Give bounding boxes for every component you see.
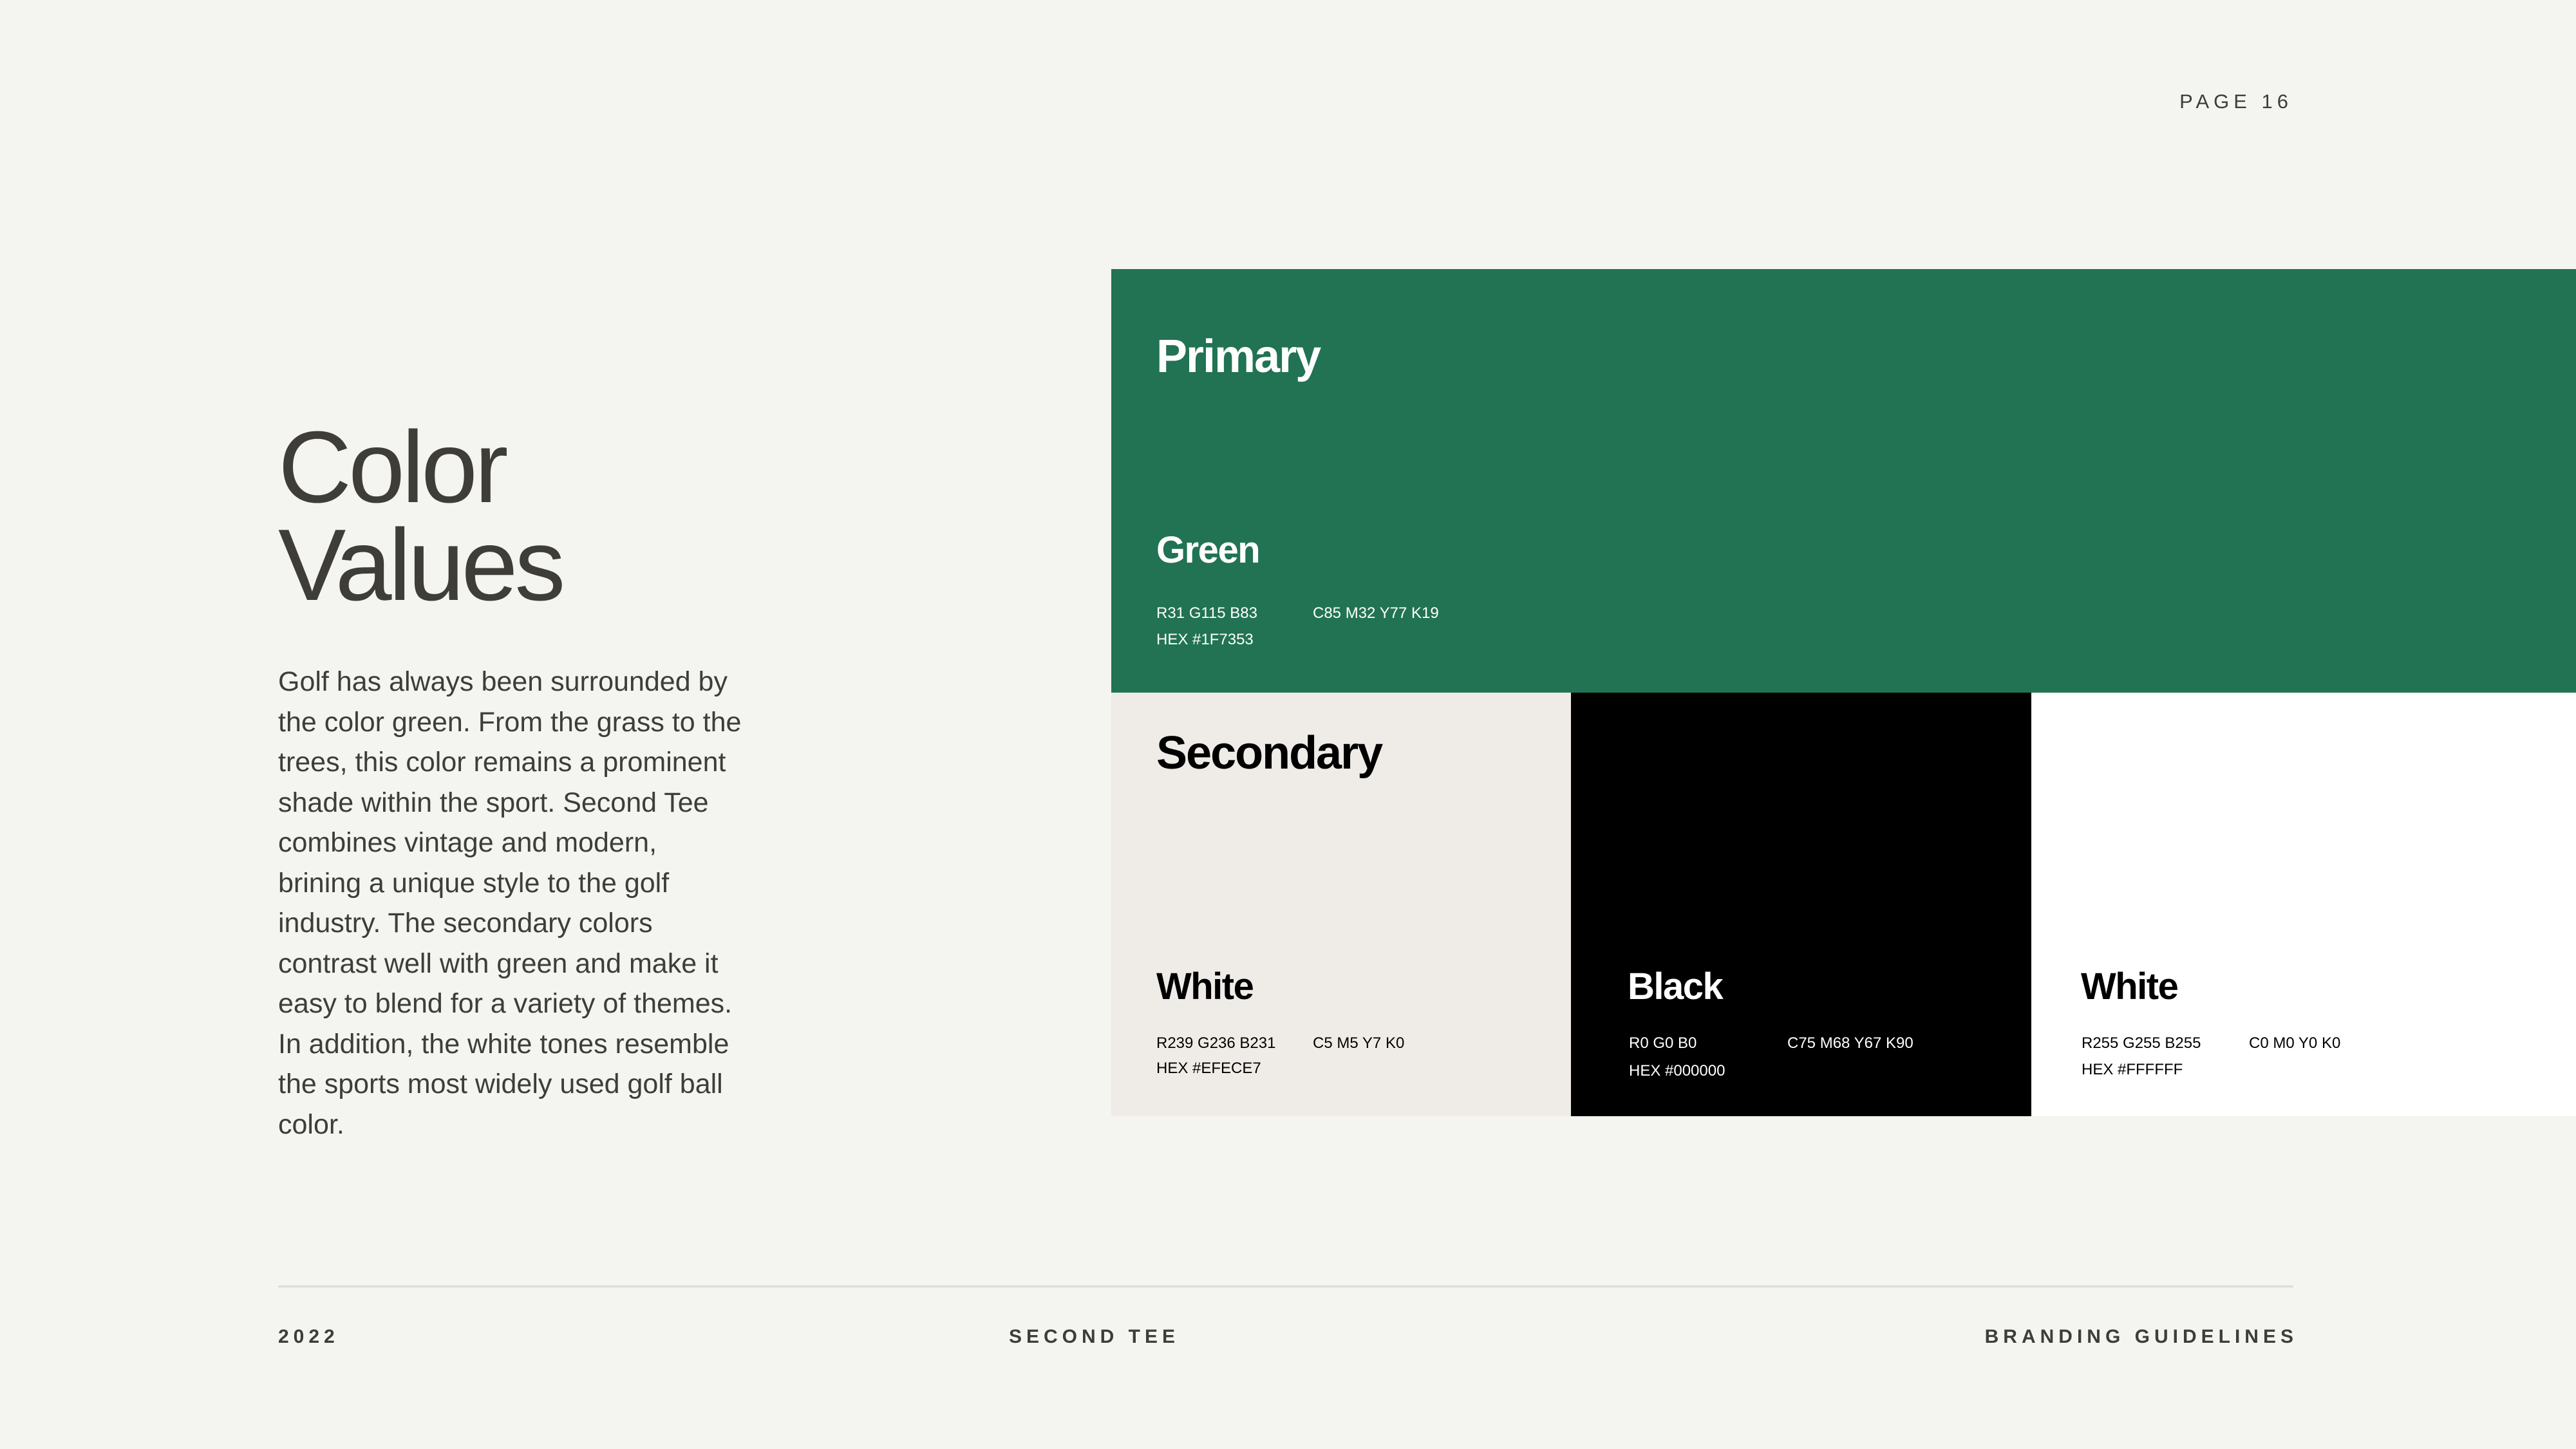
secondary-black-cmyk-value: C75 M68 Y67 K90 [1787, 1034, 1913, 1052]
secondary-black-swatch: Black R0 G0 B0 C75 M68 Y67 K90 HEX #0000… [1571, 693, 2031, 1116]
primary-color-name: Green [1156, 529, 1261, 571]
footer-year: 2022 [278, 1326, 339, 1347]
primary-rgb-value: R31 G115 B83 [1156, 604, 1257, 622]
secondary-black-rgb-value: R0 G0 B0 [1629, 1034, 1697, 1052]
footer-divider [278, 1285, 2293, 1287]
secondary-label: Secondary [1156, 727, 1383, 779]
primary-cmyk-value: C85 M32 Y77 K19 [1313, 604, 1439, 622]
secondary-white-swatch: Secondary White R239 G236 B231 C5 M5 Y7 … [1111, 693, 1571, 1116]
footer-brand: SECOND TEE [1009, 1326, 1180, 1347]
footer-document-title: BRANDING GUIDELINES [1984, 1326, 2298, 1347]
secondary-pure-white-name: White [2081, 966, 2179, 1007]
secondary-black-hex-value: HEX #000000 [1629, 1062, 1725, 1080]
page-title-line-1: Color [278, 411, 509, 524]
secondary-pure-white-swatch: White R255 G255 B255 C0 M0 Y0 K0 HEX #FF… [2031, 693, 2576, 1116]
secondary-white-cmyk-value: C5 M5 Y7 K0 [1313, 1034, 1405, 1052]
primary-hex-value: HEX #1F7353 [1156, 631, 1254, 648]
secondary-pure-white-rgb-value: R255 G255 B255 [2082, 1034, 2201, 1052]
page-number: PAGE 16 [2179, 90, 2293, 113]
secondary-pure-white-hex-value: HEX #FFFFFF [2082, 1061, 2183, 1078]
page-title: Color Values [278, 411, 565, 622]
secondary-white-rgb-value: R239 G236 B231 [1156, 1034, 1276, 1052]
page-title-line-2: Values [278, 509, 565, 622]
secondary-white-name: White [1156, 966, 1254, 1007]
secondary-white-hex-value: HEX #EFECE7 [1156, 1060, 1261, 1077]
secondary-black-name: Black [1628, 966, 1724, 1007]
description-paragraph: Golf has always been surrounded by the c… [278, 666, 742, 1140]
primary-label: Primary [1156, 331, 1321, 382]
secondary-pure-white-cmyk-value: C0 M0 Y0 K0 [2249, 1034, 2341, 1052]
primary-green-swatch: Primary Green R31 G115 B83 C85 M32 Y77 K… [1111, 269, 2576, 693]
